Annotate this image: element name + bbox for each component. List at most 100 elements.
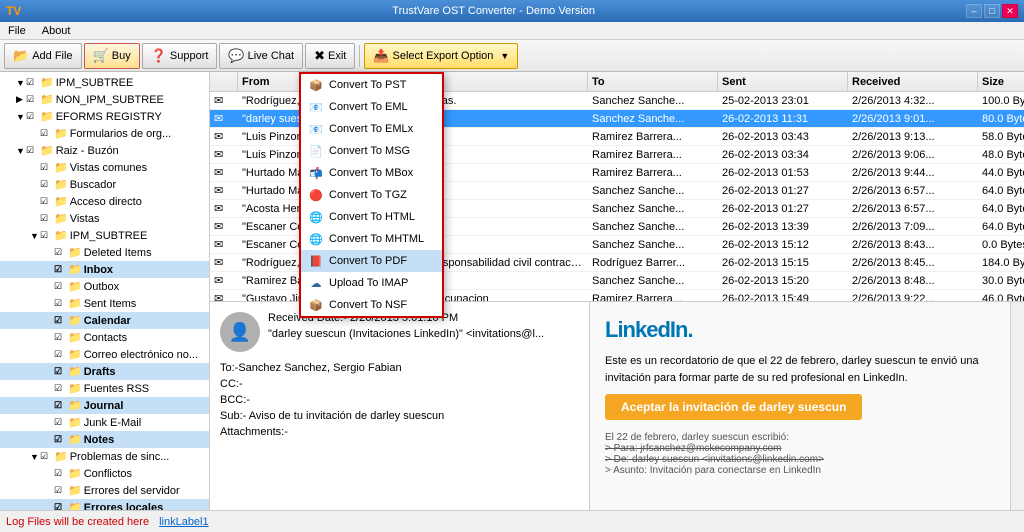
tree-checkbox[interactable]: ☑ (26, 94, 40, 105)
support-button[interactable]: ❓ Support (142, 43, 218, 69)
tree-checkbox[interactable]: ☑ (54, 315, 68, 326)
tree-checkbox[interactable]: ☑ (54, 366, 68, 377)
tree-checkbox[interactable]: ☑ (54, 349, 68, 360)
dropdown-item-msg[interactable]: 📄 Convert To MSG (301, 140, 442, 162)
tree-checkbox[interactable]: ☑ (54, 383, 68, 394)
tree-checkbox[interactable]: ☑ (54, 281, 68, 292)
tree-item-contacts[interactable]: ☑📁Contacts (0, 329, 209, 346)
tree-checkbox[interactable]: ☑ (54, 502, 68, 510)
tree-item-junk[interactable]: ☑📁Junk E-Mail (0, 414, 209, 431)
tree-item-conflictos[interactable]: ☑📁Conflictos (0, 465, 209, 482)
tree-item-acceso-directo[interactable]: ☑📁Acceso directo (0, 193, 209, 210)
from-field: "darley suescun (Invitaciones LinkedIn)"… (268, 328, 544, 340)
tree-item-raiz-buzon[interactable]: ▼☑📁Raiz - Buzón (0, 142, 209, 159)
dropdown-item-tgz[interactable]: 🔴 Convert To TGZ (301, 184, 442, 206)
tree-checkbox[interactable]: ☑ (54, 264, 68, 275)
preview-scrollbar[interactable] (1010, 302, 1024, 510)
tree-checkbox[interactable]: ☑ (54, 485, 68, 496)
col-header-sent[interactable]: Sent (718, 72, 848, 91)
tree-folder-icon: 📁 (40, 93, 54, 106)
status-link[interactable]: linkLabel1 (159, 516, 209, 528)
tree-checkbox[interactable]: ☑ (40, 162, 54, 173)
dropdown-item-eml[interactable]: 📧 Convert To EML (301, 96, 442, 118)
tree-label: EFORMS REGISTRY (56, 111, 162, 123)
tree-checkbox[interactable]: ☑ (54, 247, 68, 258)
tree-checkbox[interactable]: ☑ (40, 213, 54, 224)
tree-item-ipm-subtree2[interactable]: ▼☑📁IPM_SUBTREE (0, 227, 209, 244)
tree-item-non-ipm[interactable]: ▶☑📁NON_IPM_SUBTREE (0, 91, 209, 108)
tree-item-vistas-comunes[interactable]: ☑📁Vistas comunes (0, 159, 209, 176)
from-value: "darley suescun (Invitaciones LinkedIn)"… (268, 328, 544, 340)
tree-checkbox[interactable]: ☑ (54, 434, 68, 445)
tree-item-ipm-subtree[interactable]: ▼☑📁IPM_SUBTREE (0, 74, 209, 91)
tree-item-problemas[interactable]: ▼☑📁Problemas de sinc... (0, 448, 209, 465)
menu-file[interactable]: File (4, 24, 30, 38)
col-header-received[interactable]: Received (848, 72, 978, 91)
add-file-button[interactable]: 📂 Add File (4, 43, 82, 69)
tree-item-fuentes-rss[interactable]: ☑📁Fuentes RSS (0, 380, 209, 397)
tree-checkbox[interactable]: ☑ (26, 145, 40, 156)
restore-button[interactable]: □ (984, 4, 1000, 18)
dropdown-item-pst[interactable]: 📦 Convert To PST (301, 74, 442, 96)
email-cell-received: 2/26/2013 9:01... (848, 112, 978, 126)
tree-item-inbox[interactable]: ☑📁Inbox (0, 261, 209, 278)
minimize-button[interactable]: – (966, 4, 982, 18)
tree-item-deleted[interactable]: ☑📁Deleted Items (0, 244, 209, 261)
live-chat-button[interactable]: 💬 Live Chat (219, 43, 303, 69)
tree-checkbox[interactable]: ☑ (40, 196, 54, 207)
tree-item-notes[interactable]: ☑📁Notes (0, 431, 209, 448)
col-header-size[interactable]: Size (978, 72, 1024, 91)
col-header-to[interactable]: To (588, 72, 718, 91)
tree-checkbox[interactable]: ☑ (40, 128, 54, 139)
email-cell-to: Ramirez Barrera... (588, 166, 718, 180)
exit-button[interactable]: ✖ Exit (305, 43, 355, 69)
email-cell-sent: 26-02-2013 15:15 (718, 256, 848, 270)
dropdown-item-pdf[interactable]: 📕 Convert To PDF (301, 250, 442, 272)
tree-label: Errores locales (84, 502, 164, 511)
tree-item-correo[interactable]: ☑📁Correo electrónico no... (0, 346, 209, 363)
tree-checkbox[interactable]: ☑ (26, 77, 40, 88)
dropdown-item-mbox[interactable]: 📬 Convert To MBox (301, 162, 442, 184)
tree-item-sent[interactable]: ☑📁Sent Items (0, 295, 209, 312)
dropdown-item-html[interactable]: 🌐 Convert To HTML (301, 206, 442, 228)
dropdown-item-mhtml[interactable]: 🌐 Convert To MHTML (301, 228, 442, 250)
tree-folder-icon: 📁 (68, 433, 82, 446)
tree-checkbox[interactable]: ☑ (54, 468, 68, 479)
tree-item-journal[interactable]: ☑📁Journal (0, 397, 209, 414)
buy-icon: 🛒 (93, 48, 109, 64)
tree-checkbox[interactable]: ☑ (54, 417, 68, 428)
tree-label: Correo electrónico no... (84, 349, 198, 361)
tree-item-buscador[interactable]: ☑📁Buscador (0, 176, 209, 193)
buy-button[interactable]: 🛒 Buy (84, 43, 140, 69)
tree-checkbox[interactable]: ☑ (54, 400, 68, 411)
tree-checkbox[interactable]: ☑ (40, 179, 54, 190)
tree-item-vistas[interactable]: ☑📁Vistas (0, 210, 209, 227)
tree-checkbox[interactable]: ☑ (54, 332, 68, 343)
folder-tree[interactable]: ▼☑📁IPM_SUBTREE▶☑📁NON_IPM_SUBTREE▼☑📁EFORM… (0, 72, 209, 510)
tree-label: Acceso directo (70, 196, 142, 208)
col-header-check[interactable] (210, 72, 238, 91)
tree-item-outbox[interactable]: ☑📁Outbox (0, 278, 209, 295)
tree-item-drafts[interactable]: ☑📁Drafts (0, 363, 209, 380)
tree-checkbox[interactable]: ☑ (26, 111, 40, 122)
dropdown-item-emlx[interactable]: 📧 Convert To EMLx (301, 118, 442, 140)
close-button[interactable]: ✕ (1002, 4, 1018, 18)
subject-value: Sub:- Aviso de tu invitación de darley s… (220, 410, 444, 422)
exit-label: Exit (328, 50, 346, 62)
tree-item-eforms[interactable]: ▼☑📁EFORMS REGISTRY (0, 108, 209, 125)
dropdown-item-nsf[interactable]: 📦 Convert To NSF (301, 294, 442, 316)
tree-checkbox[interactable]: ☑ (40, 451, 54, 462)
tree-item-errores-servidor[interactable]: ☑📁Errores del servidor (0, 482, 209, 499)
tree-label: IPM_SUBTREE (56, 77, 134, 89)
email-cell-received: 2/26/2013 9:06... (848, 148, 978, 162)
tree-folder-icon: 📁 (68, 382, 82, 395)
tree-item-formularios[interactable]: ☑📁Formularios de org... (0, 125, 209, 142)
tree-checkbox[interactable]: ☑ (54, 298, 68, 309)
menu-about[interactable]: About (38, 24, 75, 38)
accept-invitation-button[interactable]: Aceptar la invitación de darley suescun (605, 394, 862, 420)
dropdown-item-imap[interactable]: ☁ Upload To IMAP (301, 272, 442, 294)
tree-checkbox[interactable]: ☑ (40, 230, 54, 241)
select-export-button[interactable]: 📤 Select Export Option ▼ (364, 43, 518, 69)
tree-item-errores-locales[interactable]: ☑📁Errores locales (0, 499, 209, 510)
tree-item-calendar[interactable]: ☑📁Calendar (0, 312, 209, 329)
